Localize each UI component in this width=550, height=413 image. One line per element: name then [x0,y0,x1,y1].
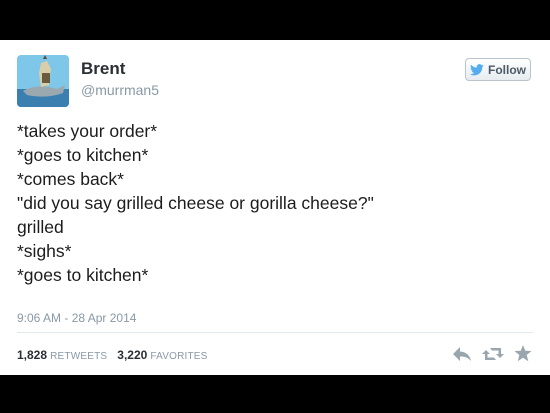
favorites-label: FAVORITES [150,351,208,362]
favorite-icon[interactable] [514,345,532,362]
tweet-line: *takes your order* [17,121,158,141]
retweets-stat[interactable]: 1,828 RETWEETS [17,348,107,362]
tweet-text: *takes your order* *goes to kitchen* *co… [17,119,537,287]
tweet-timestamp[interactable]: 9:06 AM - 28 Apr 2014 [17,311,136,325]
avatar[interactable] [17,55,69,107]
follow-button-label: Follow [488,62,526,77]
tweet-line: *goes to kitchen* [17,265,149,285]
tweet-line: *comes back* [17,169,124,189]
retweets-count: 1,828 [17,348,48,362]
divider [17,332,533,333]
tweet-line: *goes to kitchen* [17,145,149,165]
tweet-line: "did you say grilled cheese or gorilla c… [17,193,374,213]
user-handle[interactable]: @murrman5 [81,82,159,98]
follow-button[interactable]: Follow [465,58,531,81]
twitter-bird-icon [470,63,484,75]
reply-icon[interactable] [452,346,472,362]
favorites-stat[interactable]: 3,220 FAVORITES [117,348,207,362]
tweet-actions [452,345,532,362]
user-name[interactable]: Brent [81,59,125,79]
retweet-icon[interactable] [482,346,504,362]
favorites-count: 3,220 [117,348,148,362]
tweet-card: Brent @murrman5 Follow *takes your order… [0,40,550,375]
retweets-label: RETWEETS [50,351,108,362]
tweet-line: grilled [17,217,64,237]
tweet-line: *sighs* [17,241,72,261]
tweet-stats: 1,828 RETWEETS 3,220 FAVORITES [17,348,208,362]
